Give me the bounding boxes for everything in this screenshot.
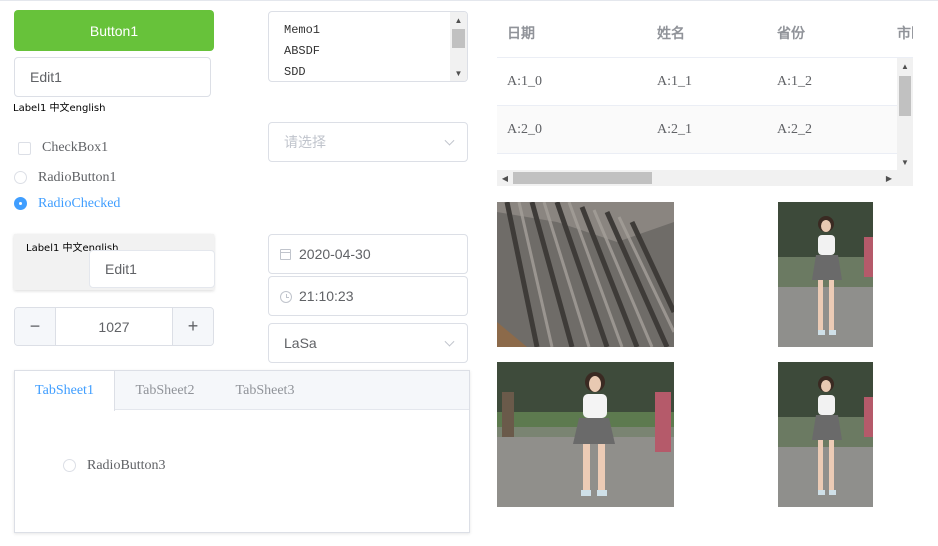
radio-button3-circle[interactable]: [63, 459, 76, 472]
image-woman-walking: [778, 362, 873, 507]
table-cell[interactable]: A:2_2: [777, 106, 812, 153]
radio-checked-circle[interactable]: [14, 197, 27, 210]
checkbox1-label: CheckBox1: [42, 140, 109, 155]
tab-sheet3[interactable]: TabSheet3: [215, 371, 315, 410]
label1: Label1 中文english: [13, 103, 106, 114]
image-woman-walking: [778, 202, 873, 347]
grid-header: 日期 姓名 省份 市区: [497, 10, 913, 58]
memo-line: Memo1: [284, 23, 321, 37]
button1-label: Button1: [89, 22, 139, 39]
time-value: 21:10:23: [299, 288, 354, 304]
memo-scrollbar[interactable]: ▲ ▼: [450, 12, 467, 81]
scroll-up-icon[interactable]: ▲: [450, 12, 467, 28]
radio-button3[interactable]: RadioButton3: [63, 458, 193, 474]
top-divider: [0, 0, 938, 1]
grid-col-header[interactable]: 日期: [507, 10, 535, 56]
scroll-left-icon[interactable]: ◀: [497, 170, 513, 186]
select-placeholder: 请选择: [284, 134, 326, 150]
panel: Label1 中文english Edit1: [14, 234, 215, 290]
scroll-right-icon[interactable]: ▶: [881, 170, 897, 186]
radio-button1-label: RadioButton1: [38, 170, 117, 185]
grid-col-header[interactable]: 省份: [777, 10, 805, 56]
tab-sheet1-label: TabSheet1: [35, 383, 94, 398]
select-city-value: LaSa: [284, 335, 317, 351]
tab-sheet2-label: TabSheet2: [135, 382, 195, 398]
tab-sheet2[interactable]: TabSheet2: [115, 371, 215, 410]
stepper-value[interactable]: 1027: [56, 308, 172, 345]
table-row[interactable]: A:1_0 A:1_1 A:1_2: [497, 58, 897, 106]
button1[interactable]: Button1: [14, 10, 214, 51]
scroll-up-icon[interactable]: ▲: [897, 58, 913, 74]
grid-col-header[interactable]: 市区: [897, 10, 913, 56]
radio-checked-label: RadioChecked: [38, 196, 121, 211]
tab-control: TabSheet1 TabSheet2 TabSheet3 RadioButto…: [14, 370, 470, 533]
grid-hscroll-thumb[interactable]: [513, 172, 652, 184]
grid-vscrollbar[interactable]: ▲ ▼: [897, 58, 913, 186]
memo-content: Memo1 ABSDF SDD: [284, 20, 321, 81]
clock-icon: [280, 291, 292, 303]
edit1-value: Edit1: [30, 69, 62, 85]
image-skirt-closeup: [497, 202, 674, 347]
plus-icon[interactable]: +: [172, 308, 213, 345]
date-picker[interactable]: 2020-04-30: [268, 234, 468, 274]
table-cell[interactable]: A:1_1: [657, 58, 692, 105]
quantity-stepper[interactable]: − 1027 +: [14, 307, 214, 346]
table-cell[interactable]: A:1_0: [507, 58, 542, 105]
date-value: 2020-04-30: [299, 246, 371, 262]
table-cell[interactable]: A:2_0: [507, 106, 542, 153]
chevron-down-icon: [444, 135, 455, 146]
table-cell[interactable]: A:2_1: [657, 106, 692, 153]
radio-checked[interactable]: RadioChecked: [14, 196, 134, 212]
radio-button3-label: RadioButton3: [87, 458, 166, 473]
edit1-input[interactable]: Edit1: [14, 57, 211, 97]
image-woman-walking: [497, 362, 674, 507]
chevron-down-icon: [444, 336, 455, 347]
scroll-down-icon[interactable]: ▼: [897, 154, 913, 170]
calendar-icon: [280, 249, 291, 260]
tab-sheet3-label: TabSheet3: [235, 382, 295, 398]
time-picker[interactable]: 21:10:23: [268, 276, 468, 316]
checkbox1[interactable]: CheckBox1: [18, 140, 128, 156]
minus-icon[interactable]: −: [15, 308, 56, 345]
panel-edit-input[interactable]: Edit1: [89, 250, 215, 288]
radio-button1[interactable]: RadioButton1: [14, 170, 134, 186]
memo-textarea[interactable]: Memo1 ABSDF SDD ▲ ▼: [268, 11, 468, 82]
select-empty[interactable]: 请选择: [268, 122, 468, 162]
table-row[interactable]: A:2_0 A:2_1 A:2_2: [497, 106, 897, 154]
memo-scroll-thumb[interactable]: [452, 29, 465, 48]
grid-hscrollbar[interactable]: ◀ ▶: [497, 170, 897, 186]
tab-header: TabSheet1 TabSheet2 TabSheet3: [15, 371, 469, 411]
select-city[interactable]: LaSa: [268, 323, 468, 363]
memo-line: SDD: [284, 65, 306, 79]
tab-sheet1[interactable]: TabSheet1: [15, 371, 115, 411]
scroll-down-icon[interactable]: ▼: [450, 65, 467, 81]
grid-col-header[interactable]: 姓名: [657, 10, 685, 56]
panel-edit-value: Edit1: [105, 261, 137, 277]
checkbox1-box[interactable]: [18, 142, 31, 155]
table-cell[interactable]: A:1_2: [777, 58, 812, 105]
memo-line: ABSDF: [284, 44, 321, 58]
grid-vscroll-thumb[interactable]: [899, 76, 911, 116]
string-grid: 日期 姓名 省份 市区 A:1_0 A:1_1 A:1_2 A:2_0 A:2_…: [497, 10, 913, 186]
radio-button1-circle[interactable]: [14, 171, 27, 184]
